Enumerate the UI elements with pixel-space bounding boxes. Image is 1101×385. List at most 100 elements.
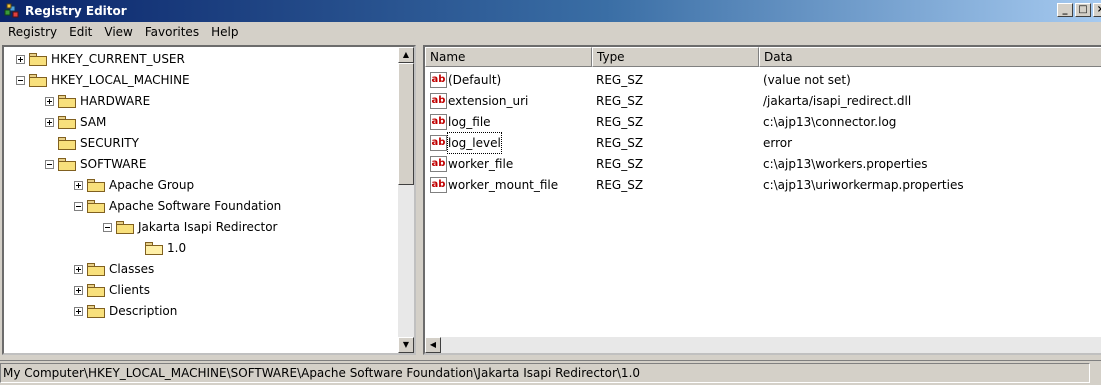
tree-node[interactable]: HKEY_LOCAL_MACHINE: [16, 70, 190, 90]
menu-registry[interactable]: Registry: [2, 25, 63, 39]
tree-node[interactable]: Apache Software Foundation: [74, 196, 281, 216]
scroll-down-button[interactable]: ▼: [398, 337, 414, 353]
expand-plus-icon[interactable]: [74, 264, 83, 274]
folder-icon: [58, 94, 76, 108]
tree-node-label: Apache Software Foundation: [109, 199, 282, 213]
tree-scroll-thumb[interactable]: [398, 63, 414, 185]
collapse-minus-icon[interactable]: [45, 159, 54, 169]
expand-plus-icon[interactable]: [16, 54, 25, 64]
tree-node[interactable]: Classes: [74, 259, 154, 279]
collapse-minus-icon[interactable]: [74, 201, 83, 211]
menu-help[interactable]: Help: [205, 25, 244, 39]
minimize-button[interactable]: _: [1057, 3, 1073, 17]
tree-node[interactable]: HKEY_CURRENT_USER: [16, 49, 185, 69]
folder-icon: [87, 283, 105, 297]
string-value-icon: ab: [430, 177, 447, 193]
value-type: REG_SZ: [596, 73, 644, 87]
status-path: My Computer\HKEY_LOCAL_MACHINE\SOFTWARE\…: [0, 363, 1090, 383]
scroll-up-button[interactable]: ▲: [398, 47, 414, 63]
value-type: REG_SZ: [596, 157, 644, 171]
window-title: Registry Editor: [25, 4, 127, 18]
tree-node[interactable]: SECURITY: [45, 133, 139, 153]
folder-icon: [116, 220, 134, 234]
value-name: (Default): [448, 73, 502, 87]
expand-plus-icon[interactable]: [74, 180, 83, 190]
value-row[interactable]: ab extension_uri REG_SZ/jakarta/isapi_redi…: [425, 91, 1101, 111]
tree-node[interactable]: Apache Group: [74, 175, 194, 195]
value-data: error: [763, 136, 793, 150]
value-data: (value not set): [763, 73, 851, 87]
tree-node-label: SAM: [80, 115, 107, 129]
scroll-left-button[interactable]: ◀: [425, 337, 441, 353]
tree-node[interactable]: HARDWARE: [45, 91, 150, 111]
folder-icon: [58, 136, 76, 150]
folder-icon: [87, 262, 105, 276]
value-name: log_level: [447, 132, 502, 154]
folder-icon: [58, 115, 76, 129]
expand-plus-icon[interactable]: [74, 306, 83, 316]
column-header-type[interactable]: Type: [592, 47, 759, 67]
string-value-icon: ab: [430, 114, 447, 130]
string-value-icon: ab: [430, 135, 447, 151]
collapse-minus-icon[interactable]: [103, 222, 112, 232]
value-name: worker_mount_file: [448, 178, 559, 192]
value-row[interactable]: ab log_file REG_SZ c:\ajp13\connector.log: [425, 112, 1101, 132]
tree-node-label: HKEY_CURRENT_USER: [51, 52, 185, 66]
tree-node-label: HKEY_LOCAL_MACHINE: [51, 73, 190, 87]
value-row[interactable]: ab worker_mount_file REG_SZ c:\ajp13\uriwor…: [425, 175, 1101, 195]
value-name: extension_uri: [448, 94, 529, 108]
open-folder-icon: [145, 241, 163, 255]
folder-icon: [58, 157, 76, 171]
menu-edit[interactable]: Edit: [63, 25, 98, 39]
expand-plus-icon[interactable]: [74, 285, 83, 295]
title-bar: Registry Editor _ □ ×: [0, 0, 1101, 22]
tree-node[interactable]: Jakarta Isapi Redirector: [103, 217, 277, 237]
tree-node[interactable]: Clients: [74, 280, 150, 300]
tree-vertical-scrollbar[interactable]: ▲ ▼: [398, 47, 414, 353]
value-type: REG_SZ: [596, 178, 644, 192]
tree-node-label: Clients: [109, 283, 150, 297]
close-button[interactable]: ×: [1093, 3, 1101, 17]
tree-node-label: HARDWARE: [80, 94, 151, 108]
tree-node[interactable]: 1.0: [132, 238, 186, 258]
tree-node[interactable]: SOFTWARE: [45, 154, 146, 174]
list-horizontal-scrollbar[interactable]: ◀: [425, 337, 1101, 353]
tree-node-label: Apache Group: [109, 178, 195, 192]
tree-node-label: Description: [109, 304, 178, 318]
values-list-pane[interactable]: Name Type Data ab (Default) REG_SZ (value n…: [423, 45, 1101, 355]
value-name: worker_file: [448, 157, 514, 171]
status-bar: My Computer\HKEY_LOCAL_MACHINE\SOFTWARE\…: [0, 360, 1101, 384]
column-header-data[interactable]: Data: [759, 47, 1101, 67]
expand-plus-icon[interactable]: [45, 117, 54, 127]
folder-icon: [87, 304, 105, 318]
value-type: REG_SZ: [596, 94, 644, 108]
tree-node[interactable]: Description: [74, 301, 177, 321]
expand-plus-icon[interactable]: [45, 96, 54, 106]
value-data: c:\ajp13\workers.properties: [763, 157, 928, 171]
folder-icon: [29, 52, 47, 66]
value-row[interactable]: ab log_level REG_SZ error: [425, 132, 1101, 154]
string-value-icon: ab: [430, 72, 447, 88]
menu-view[interactable]: View: [98, 25, 138, 39]
value-data: c:\ajp13\uriworkermap.properties: [763, 178, 964, 192]
maximize-button[interactable]: □: [1075, 3, 1091, 17]
column-header-name[interactable]: Name: [425, 47, 592, 67]
folder-icon: [87, 178, 105, 192]
value-name: log_file: [448, 115, 491, 129]
tree-node-label: Jakarta Isapi Redirector: [138, 220, 278, 234]
tree-node-label: SECURITY: [80, 136, 139, 150]
value-row[interactable]: ab worker_file REG_SZ c:\ajp13\workers.prop…: [425, 154, 1101, 174]
tree-node[interactable]: SAM: [45, 112, 106, 132]
value-type: REG_SZ: [596, 136, 644, 150]
value-data: /jakarta/isapi_redirect.dll: [763, 94, 912, 108]
registry-tree-pane[interactable]: HKEY_CURRENT_USER HKEY_LOCAL_MACHINE HARDW…: [2, 45, 416, 355]
value-row[interactable]: ab (Default) REG_SZ (value not set): [425, 70, 1101, 90]
folder-icon: [29, 73, 47, 87]
folder-icon: [87, 199, 105, 213]
collapse-minus-icon[interactable]: [16, 75, 25, 85]
tree-node-label: Classes: [109, 262, 155, 276]
value-type: REG_SZ: [596, 115, 644, 129]
tree-node-label: SOFTWARE: [80, 157, 147, 171]
menu-bar: Registry Edit View Favorites Help: [0, 22, 1101, 42]
menu-favorites[interactable]: Favorites: [139, 25, 205, 39]
